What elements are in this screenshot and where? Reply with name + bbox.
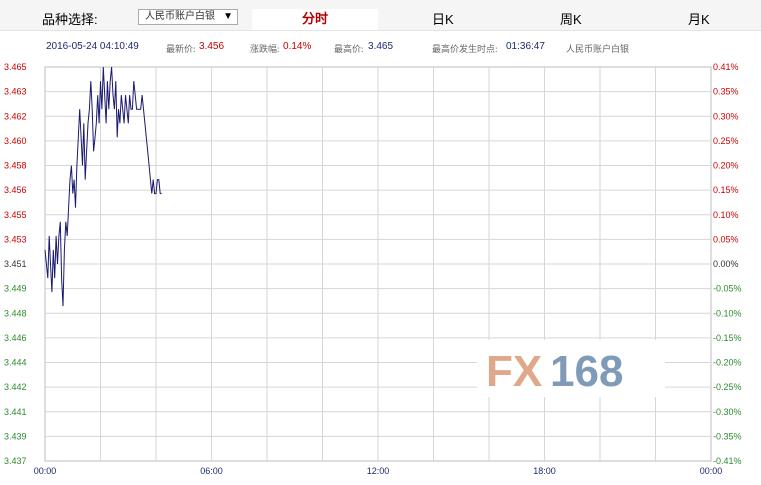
- dropdown-arrow-icon: ▼: [223, 11, 233, 22]
- y-tick-label-price: 3.453: [4, 234, 27, 244]
- y-tick-label-percent: -0.15%: [713, 333, 742, 343]
- x-tick-label: 00:00: [34, 466, 57, 476]
- y-axis-percent-labels: 0.41% 0.35% 0.30% 0.25% 0.20% 0.15% 0.10% 0.05%…: [713, 62, 742, 466]
- tab-daily-k[interactable]: 日K: [432, 9, 454, 29]
- y-tick-label-percent: 0.15%: [713, 185, 739, 195]
- y-tick-label-percent: -0.05%: [713, 284, 742, 294]
- y-tick-label-price: 3.462: [4, 111, 27, 121]
- product-select-value: 人民币账户白银: [145, 11, 215, 22]
- high-time-value: 01:36:47: [506, 41, 545, 52]
- y-tick-label-percent: 0.30%: [713, 111, 739, 121]
- y-tick-label-percent: 0.35%: [713, 87, 739, 97]
- y-tick-label-price: 3.449: [4, 284, 27, 294]
- price-series-line: [44, 66, 162, 307]
- y-tick-label-price: 3.455: [4, 210, 27, 220]
- watermark-number-text: 168: [550, 347, 623, 396]
- y-tick-label-percent: -0.41%: [713, 456, 742, 466]
- y-tick-label-price: 3.463: [4, 87, 27, 97]
- y-tick-label-price: 3.456: [4, 185, 27, 195]
- high-price-value: 3.465: [368, 41, 394, 52]
- x-tick-label: 00:00: [700, 466, 723, 476]
- x-tick-label: 06:00: [200, 466, 223, 476]
- change-value: 0.14%: [283, 41, 312, 52]
- fx168-watermark: FX 168: [477, 340, 665, 397]
- y-tick-label-percent: 0.25%: [713, 136, 739, 146]
- x-tick-label: 12:00: [367, 466, 390, 476]
- y-tick-label-percent: 0.20%: [713, 161, 739, 171]
- product-name: 人民币账户白银: [566, 44, 630, 54]
- top-toolbar: 品种选择: 人民币账户白银 ▼ 分时 日K 周K 月K: [0, 0, 761, 31]
- latest-price-value: 3.456: [199, 41, 225, 52]
- y-tick-label-price: 3.444: [4, 358, 27, 368]
- watermark-fx-text: FX: [486, 347, 542, 396]
- y-tick-label-percent: -0.25%: [713, 382, 742, 392]
- high-price-label: 最高价:: [334, 44, 364, 54]
- change-label: 涨跌幅:: [250, 44, 280, 54]
- x-axis-time-labels: 00:00 06:00 12:00 18:00 00:00: [34, 466, 723, 476]
- y-tick-label-price: 3.437: [4, 456, 27, 466]
- y-tick-label-percent: -0.30%: [713, 407, 742, 417]
- intraday-line-chart: 3.465 3.463 3.462 3.460 3.458 3.456 3.455 3.453…: [4, 62, 742, 476]
- y-tick-label-percent: -0.20%: [713, 358, 742, 368]
- y-tick-label-price: 3.448: [4, 308, 27, 318]
- x-tick-label: 18:00: [533, 466, 556, 476]
- tab-weekly-k[interactable]: 周K: [560, 9, 582, 29]
- y-tick-label-percent: -0.10%: [713, 308, 742, 318]
- y-axis-price-labels: 3.465 3.463 3.462 3.460 3.458 3.456 3.455 3.453…: [4, 62, 27, 466]
- y-tick-label-percent: 0.05%: [713, 234, 739, 244]
- quote-datetime: 2016-05-24 04:10:49: [46, 41, 139, 52]
- product-select[interactable]: 人民币账户白银 ▼: [138, 9, 238, 25]
- y-tick-label-percent: -0.35%: [713, 431, 742, 441]
- y-tick-label-percent: 0.00%: [713, 259, 739, 269]
- tab-monthly-k[interactable]: 月K: [688, 9, 710, 29]
- y-tick-label-price: 3.442: [4, 382, 27, 392]
- y-tick-label-percent: 0.10%: [713, 210, 739, 220]
- y-tick-label-price: 3.446: [4, 333, 27, 343]
- y-tick-label-price: 3.441: [4, 407, 27, 417]
- y-tick-label-price: 3.439: [4, 431, 27, 441]
- y-tick-label-price: 3.451: [4, 259, 27, 269]
- y-tick-label-price: 3.465: [4, 62, 27, 72]
- selector-label: 品种选择:: [42, 12, 98, 27]
- high-time-label: 最高价发生时点:: [432, 44, 498, 54]
- y-tick-label-price: 3.458: [4, 161, 27, 171]
- latest-price-label: 最新价:: [166, 44, 196, 54]
- tab-intraday[interactable]: 分时: [252, 9, 378, 30]
- y-tick-label-percent: 0.41%: [713, 62, 739, 72]
- y-tick-label-price: 3.460: [4, 136, 27, 146]
